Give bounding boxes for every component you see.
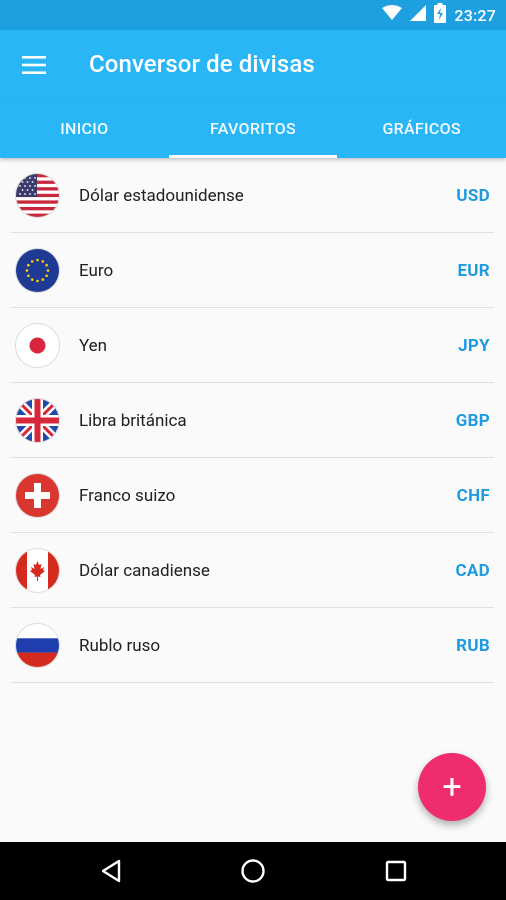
currency-code: JPY: [458, 335, 490, 356]
currency-name: Rublo ruso: [79, 635, 161, 656]
add-currency-button[interactable]: +: [418, 753, 486, 821]
list-item-rub[interactable]: Rublo ruso RUB: [0, 608, 506, 683]
signal-icon: [410, 5, 427, 25]
recents-icon[interactable]: [381, 856, 411, 886]
currency-name: Dólar canadiense: [79, 560, 210, 581]
japan-flag-icon: [16, 324, 59, 367]
currency-list: Dólar estadounidense USD Euro EUR Yen JP…: [0, 158, 506, 683]
uk-flag-icon: [16, 399, 59, 442]
home-icon[interactable]: [238, 856, 268, 886]
currency-code: USD: [456, 185, 490, 206]
plus-icon: +: [442, 767, 462, 807]
us-flag-icon: [16, 174, 59, 217]
list-item-chf[interactable]: Franco suizo CHF: [0, 458, 506, 533]
currency-code: EUR: [457, 260, 490, 281]
tab-bar: INICIO FAVORITOS GRÁFICOS: [0, 100, 506, 158]
system-nav-bar: [0, 842, 506, 900]
hamburger-menu-icon[interactable]: [14, 47, 54, 83]
currency-name: Libra británica: [79, 410, 187, 431]
app-bar: Conversor de divisas: [0, 30, 506, 100]
eu-flag-icon: [16, 249, 59, 292]
currency-name: Dólar estadounidense: [79, 185, 244, 206]
status-icons: 23:27: [382, 3, 496, 27]
russia-flag-icon: [16, 624, 59, 667]
currency-code: CAD: [455, 560, 490, 581]
canada-flag-icon: [16, 549, 59, 592]
currency-name: Franco suizo: [79, 485, 176, 506]
currency-code: RUB: [456, 635, 490, 656]
currency-code: GBP: [455, 410, 490, 431]
tab-inicio[interactable]: INICIO: [0, 100, 169, 158]
app-title: Conversor de divisas: [89, 50, 315, 78]
back-icon[interactable]: [96, 856, 126, 886]
status-time: 23:27: [454, 5, 496, 25]
wifi-icon: [382, 5, 403, 25]
list-item-gbp[interactable]: Libra británica GBP: [0, 383, 506, 458]
list-item-usd[interactable]: Dólar estadounidense USD: [0, 158, 506, 233]
tab-graficos[interactable]: GRÁFICOS: [337, 100, 506, 158]
tab-favoritos[interactable]: FAVORITOS: [168, 100, 338, 158]
list-item-eur[interactable]: Euro EUR: [0, 233, 506, 308]
list-item-cad[interactable]: Dólar canadiense CAD: [0, 533, 506, 608]
currency-name: Euro: [79, 260, 114, 281]
currency-code: CHF: [456, 485, 490, 506]
battery-charging-icon: [434, 3, 447, 27]
currency-name: Yen: [79, 335, 108, 356]
list-item-jpy[interactable]: Yen JPY: [0, 308, 506, 383]
status-bar: 23:27: [0, 0, 506, 30]
switzerland-flag-icon: [16, 474, 59, 517]
